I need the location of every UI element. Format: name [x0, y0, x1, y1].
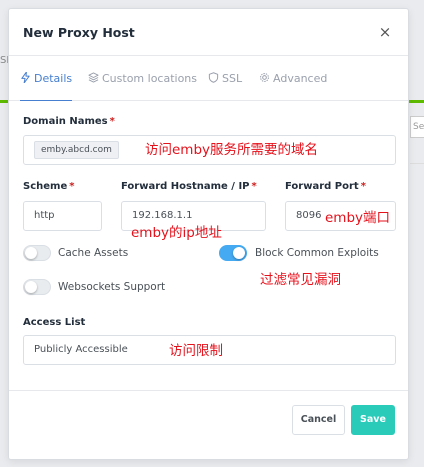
tab-custom-locations-label: Custom locations [102, 72, 198, 85]
tab-advanced-label: Advanced [273, 72, 328, 85]
block-common-exploits-toggle[interactable] [219, 245, 247, 261]
modal-title: New Proxy Host [23, 25, 135, 40]
bolt-icon [21, 72, 30, 83]
forward-hostname-label: Forward Hostname / IP * [121, 181, 257, 192]
cache-assets-toggle[interactable] [23, 245, 51, 261]
tab-ssl-label: SSL [222, 72, 243, 85]
scheme-input[interactable]: http [23, 201, 102, 231]
websockets-support-label: Websockets Support [58, 281, 166, 293]
tab-ssl[interactable]: SSL [208, 56, 242, 101]
tab-custom-locations[interactable]: Custom locations [88, 56, 197, 101]
required-mark: * [109, 116, 115, 127]
required-mark: * [360, 181, 366, 192]
annotation-ip: emby的ip地址 [131, 225, 222, 241]
gear-icon [260, 73, 269, 82]
shield-icon [208, 72, 219, 83]
save-button[interactable]: Save [351, 405, 395, 435]
toggle-knob [233, 247, 245, 259]
new-proxy-host-modal: New Proxy Host × Details Custom location… [8, 8, 409, 460]
modal-header: New Proxy Host × [9, 9, 408, 56]
annotation-port: emby端口 [325, 210, 391, 226]
required-mark: * [251, 181, 257, 192]
layers-icon [88, 72, 99, 83]
websockets-support-toggle[interactable] [23, 279, 51, 295]
toggle-knob [25, 281, 37, 293]
required-mark: * [69, 181, 75, 192]
background-divider [410, 163, 424, 164]
cache-assets-label: Cache Assets [58, 247, 129, 259]
domain-chip[interactable]: emby.abcd.com [34, 141, 119, 159]
annotation-access: 访问限制 [169, 343, 223, 359]
annotation-domain: 访问emby服务所需要的域名 [145, 142, 319, 158]
forward-hostname-label-text: Forward Hostname / IP [121, 181, 250, 192]
tab-advanced[interactable]: Advanced [259, 56, 327, 101]
tab-details-label: Details [34, 72, 73, 85]
block-common-exploits-label: Block Common Exploits [255, 247, 379, 259]
background-accent-strip-right [408, 100, 424, 103]
background-search-input: Sea [410, 116, 424, 138]
domain-names-label: Domain Names * [23, 116, 115, 127]
cancel-button[interactable]: Cancel [292, 405, 345, 435]
annotation-exploits: 过滤常见漏洞 [260, 272, 341, 288]
tab-bar: Details Custom locations SSL Advanced [9, 56, 408, 101]
tab-details[interactable]: Details [20, 56, 73, 101]
scheme-label: Scheme * [23, 181, 74, 192]
domain-names-label-text: Domain Names [23, 116, 108, 127]
close-button[interactable]: × [374, 21, 396, 43]
access-list-label: Access List [23, 317, 86, 328]
toggle-knob [25, 247, 37, 259]
forward-port-label: Forward Port * [285, 181, 366, 192]
modal-footer: Cancel Save [9, 390, 408, 459]
forward-port-label-text: Forward Port [285, 181, 359, 192]
scheme-label-text: Scheme [23, 181, 68, 192]
close-icon: × [378, 23, 392, 41]
